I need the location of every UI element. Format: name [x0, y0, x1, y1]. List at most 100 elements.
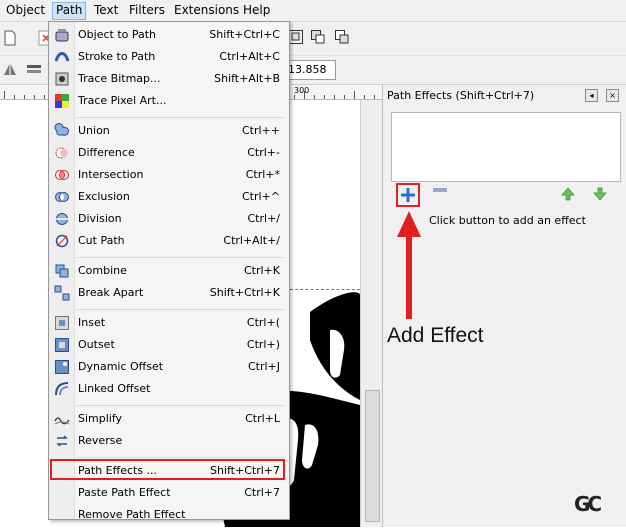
menu-object[interactable]: Object — [6, 3, 45, 18]
distribute-icon[interactable] — [26, 61, 42, 77]
panel-iconify-button[interactable]: ◂ — [585, 89, 598, 102]
scrollbar-thumb[interactable] — [365, 390, 380, 522]
remove-effect-icon[interactable] — [433, 188, 447, 192]
add-effect-button[interactable] — [396, 183, 420, 207]
ruler-tick — [314, 95, 315, 99]
combine-icon — [54, 263, 70, 279]
menu-item-label: Inset — [78, 316, 106, 329]
menu-separator — [76, 457, 284, 458]
menu-item-shortcut: Ctrl+L — [245, 412, 280, 425]
menu-item-combine[interactable]: Combine Ctrl+K — [49, 261, 289, 281]
menu-item-shortcut: Ctrl+- — [247, 146, 280, 159]
menu-item-shortcut: Ctrl+7 — [244, 486, 280, 499]
page-border — [290, 289, 360, 290]
menu-item-shortcut: Ctrl+Alt+/ — [223, 234, 280, 247]
menu-item-shortcut: Ctrl+K — [243, 264, 280, 277]
menu-item-object-to-path[interactable]: Object to Path Shift+Ctrl+C — [49, 25, 289, 45]
menu-item-stroke-to-path[interactable]: Stroke to Path Ctrl+Alt+C — [49, 47, 289, 67]
menu-filters[interactable]: Filters — [129, 3, 165, 18]
menu-item-label: Union — [78, 124, 110, 137]
menu-separator — [76, 257, 284, 258]
exclusion-icon — [54, 189, 70, 205]
annotation-label: Add Effect — [387, 324, 484, 347]
ruler-tick — [354, 91, 355, 99]
add-effect-hint: Click button to add an effect — [429, 214, 586, 227]
ruler-tick — [44, 95, 45, 99]
menu-item-exclusion[interactable]: Exclusion Ctrl+^ — [49, 187, 289, 207]
stroke-to-path-icon — [54, 49, 70, 65]
annotation-arrow — [397, 211, 421, 319]
group-icon[interactable] — [288, 29, 304, 45]
menu-item-shortcut: Ctrl+) — [246, 338, 280, 351]
ruler-tick — [334, 95, 335, 99]
menu-item-label: Trace Pixel Art... — [78, 94, 167, 107]
ungroup-icon[interactable] — [310, 29, 326, 45]
menu-item-label: Cut Path — [78, 234, 125, 247]
align-icon[interactable] — [2, 61, 18, 77]
ruler-label-300: 300 — [294, 86, 310, 95]
menu-item-shortcut: Ctrl+Alt+C — [219, 50, 280, 63]
path-effects-panel: Path Effects (Shift+Ctrl+7) ◂ × Click bu… — [382, 85, 626, 527]
reverse-icon — [54, 433, 70, 449]
menu-item-break-apart[interactable]: Break Apart Shift+Ctrl+K — [49, 283, 289, 303]
menu-separator — [76, 309, 284, 310]
menu-item-inset[interactable]: Inset Ctrl+( — [49, 313, 289, 333]
linked-offset-icon — [54, 381, 70, 397]
raise-icon[interactable] — [334, 29, 350, 45]
menu-text[interactable]: Text — [94, 3, 118, 18]
menu-item-trace-bitmap[interactable]: Trace Bitmap... Shift+Alt+B — [49, 69, 289, 89]
effects-list[interactable] — [391, 112, 621, 182]
outset-icon — [54, 337, 70, 353]
menu-item-label: Dynamic Offset — [78, 360, 164, 373]
menu-item-trace-pixel-art[interactable]: Trace Pixel Art... — [49, 91, 289, 111]
cut-path-icon — [54, 233, 70, 249]
menu-item-label: Break Apart — [78, 286, 144, 299]
simplify-icon — [54, 411, 70, 427]
menu-item-label: Trace Bitmap... — [78, 72, 161, 85]
union-icon — [54, 123, 70, 139]
menu-item-reverse[interactable]: Reverse — [49, 431, 289, 451]
menu-item-label: Intersection — [78, 168, 144, 181]
ruler-tick — [294, 95, 295, 99]
coordinate-field[interactable]: 13.858 — [286, 60, 336, 80]
menu-item-paste-path-effect[interactable]: Paste Path Effect Ctrl+7 — [49, 483, 289, 503]
division-icon — [54, 211, 70, 227]
new-document-icon[interactable] — [2, 30, 18, 46]
menu-item-outset[interactable]: Outset Ctrl+) — [49, 335, 289, 355]
menu-item-label: Object to Path — [78, 28, 157, 41]
menu-item-shortcut: Ctrl+/ — [247, 212, 281, 225]
menu-separator — [76, 405, 284, 406]
menu-item-difference[interactable]: Difference Ctrl+- — [49, 143, 289, 163]
menu-help[interactable]: Help — [243, 3, 270, 18]
menu-item-label: Reverse — [78, 434, 123, 447]
inset-icon — [54, 315, 70, 331]
menu-item-shortcut: Shift+Alt+B — [214, 72, 280, 85]
vertical-scrollbar[interactable] — [360, 100, 383, 527]
menu-path[interactable]: Path — [52, 2, 87, 20]
menu-item-union[interactable]: Union Ctrl++ — [49, 121, 289, 141]
dynamic-offset-icon — [54, 359, 70, 375]
menu-item-cut-path[interactable]: Cut Path Ctrl+Alt+/ — [49, 231, 289, 251]
menu-item-simplify[interactable]: Simplify Ctrl+L — [49, 409, 289, 429]
ruler-tick — [324, 95, 325, 99]
menu-item-linked-offset[interactable]: Linked Offset — [49, 379, 289, 399]
menu-item-label: Remove Path Effect — [78, 508, 186, 521]
panel-close-button[interactable]: × — [606, 89, 619, 102]
menu-extensions[interactable]: Extensions — [174, 3, 239, 18]
menu-item-label: Outset — [78, 338, 115, 351]
move-down-icon[interactable] — [593, 187, 607, 201]
difference-icon — [54, 145, 70, 161]
ruler-tick — [364, 95, 365, 99]
object-to-path-icon — [54, 27, 70, 43]
menu-item-label: Exclusion — [78, 190, 130, 203]
menu-item-label: Difference — [78, 146, 135, 159]
move-up-icon[interactable] — [561, 187, 575, 201]
menu-item-label: Paste Path Effect — [78, 486, 171, 499]
menu-item-division[interactable]: Division Ctrl+/ — [49, 209, 289, 229]
menu-item-dynamic-offset[interactable]: Dynamic Offset Ctrl+J — [49, 357, 289, 377]
menu-item-remove-path-effect[interactable]: Remove Path Effect — [49, 505, 289, 525]
ruler-tick — [374, 95, 375, 99]
ruler-tick — [34, 95, 35, 99]
ruler-tick — [304, 91, 305, 99]
menu-item-intersection[interactable]: Intersection Ctrl+* — [49, 165, 289, 185]
